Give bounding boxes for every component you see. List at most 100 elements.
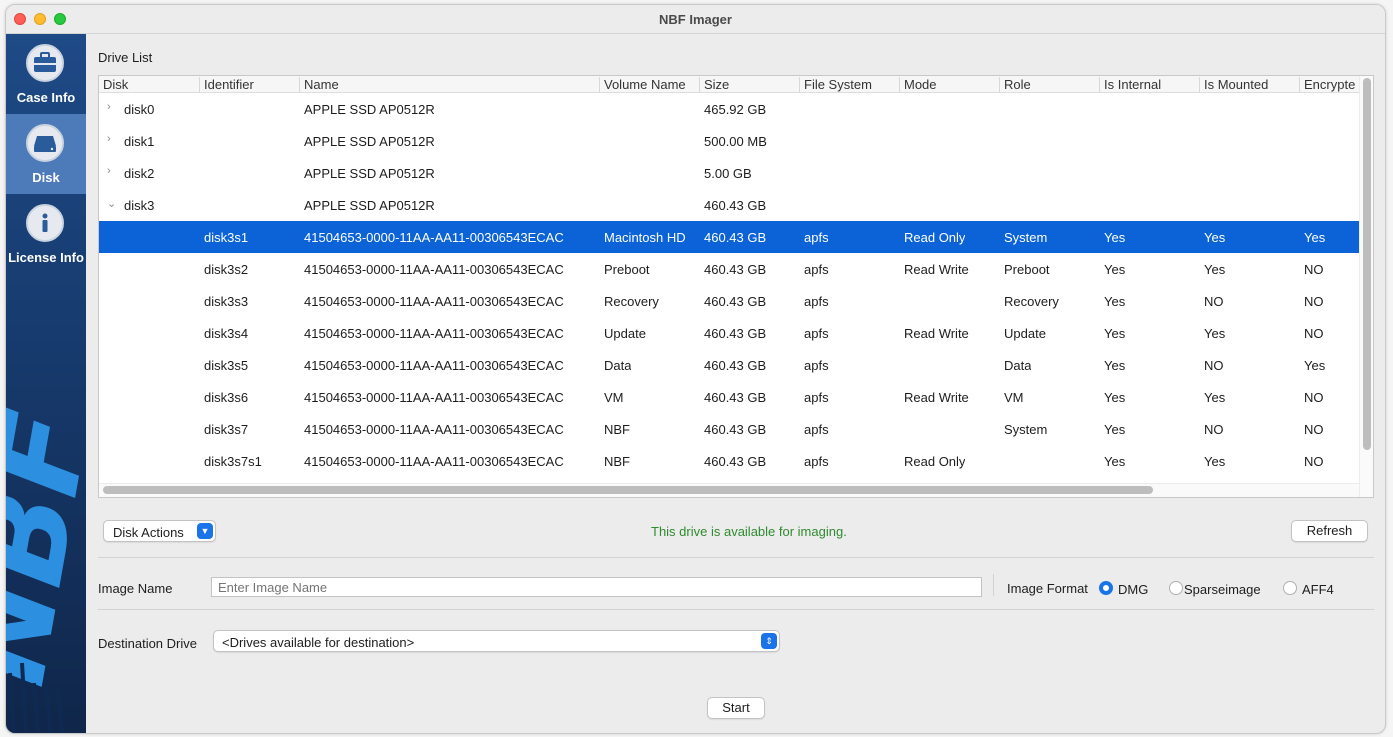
col-header-role[interactable]: Role xyxy=(999,77,1099,92)
cell-size: 460.43 GB xyxy=(704,358,767,373)
app-window: NBF Imager Case Info Disk License Info N… xyxy=(5,4,1386,734)
col-header-identifier[interactable]: Identifier xyxy=(199,77,299,92)
radio-dmg[interactable] xyxy=(1099,581,1113,595)
cell-size: 460.43 GB xyxy=(704,262,767,277)
table-row[interactable]: disk3s1 41504653-0000-11AA-AA11-00306543E… xyxy=(99,221,1359,253)
radio-dmg-label[interactable]: DMG xyxy=(1118,582,1148,597)
cell-name: 41504653-0000-11AA-AA11-00306543ECAC xyxy=(304,294,564,309)
cell-encrypted: NO xyxy=(1304,294,1324,309)
cell-is-internal: Yes xyxy=(1104,294,1126,309)
col-header-disk[interactable]: Disk xyxy=(99,77,199,92)
cell-file-system: apfs xyxy=(804,358,829,373)
cell-mode: Read Write xyxy=(904,390,969,405)
cell-name: 41504653-0000-11AA-AA11-00306543ECAC xyxy=(304,454,564,469)
cell-identifier: disk3s1 xyxy=(204,230,249,245)
chevron-right-icon[interactable]: › xyxy=(107,165,111,177)
col-header-size[interactable]: Size xyxy=(699,77,799,92)
cell-role: Preboot xyxy=(1004,262,1050,277)
cell-identifier: disk3s3 xyxy=(204,294,249,309)
radio-aff4-label[interactable]: AFF4 xyxy=(1302,582,1334,597)
cell-encrypted: Yes xyxy=(1304,230,1326,245)
radio-aff4[interactable] xyxy=(1283,581,1297,595)
cell-identifier: disk3s6 xyxy=(204,390,249,405)
cell-file-system: apfs xyxy=(804,390,829,405)
cell-mode: Read Only xyxy=(904,454,966,469)
cell-is-mounted: Yes xyxy=(1204,454,1226,469)
cell-encrypted: Yes xyxy=(1304,358,1326,373)
cell-name: 41504653-0000-11AA-AA11-00306543ECAC xyxy=(304,422,564,437)
table-row[interactable]: disk3s4 41504653-0000-11AA-AA11-00306543E… xyxy=(99,317,1359,349)
cell-is-mounted: NO xyxy=(1204,294,1224,309)
cell-is-internal: Yes xyxy=(1104,454,1126,469)
nbf-logo: NBF xyxy=(6,401,86,733)
radio-sparseimage[interactable] xyxy=(1169,581,1183,595)
cell-encrypted: NO xyxy=(1304,454,1324,469)
chevron-right-icon[interactable]: › xyxy=(107,101,111,113)
table-row[interactable]: disk3s6 41504653-0000-11AA-AA11-00306543E… xyxy=(99,381,1359,413)
drive-list-label: Drive List xyxy=(98,50,153,65)
table-row[interactable]: › disk1 APPLE SSD AP0512R 500.00 MB xyxy=(99,125,1359,157)
cell-size: 460.43 GB xyxy=(704,422,767,437)
cell-mode: Read Write xyxy=(904,262,969,277)
divider xyxy=(98,557,1374,558)
horizontal-scrollbar[interactable] xyxy=(103,486,1153,494)
briefcase-icon xyxy=(26,44,64,82)
table-row[interactable]: disk3s5 41504653-0000-11AA-AA11-00306543E… xyxy=(99,349,1359,381)
vertical-scroll-track[interactable] xyxy=(1359,76,1373,497)
col-header-mode[interactable]: Mode xyxy=(899,77,999,92)
col-header-is-internal[interactable]: Is Internal xyxy=(1099,77,1199,92)
col-header-file-system[interactable]: File System xyxy=(799,77,899,92)
info-icon xyxy=(26,204,64,242)
sidebar-item-case-info[interactable]: Case Info xyxy=(6,34,86,114)
refresh-button[interactable]: Refresh xyxy=(1291,520,1368,542)
cell-volume-name: VM xyxy=(604,390,624,405)
cell-volume-name: Macintosh HD xyxy=(604,230,686,245)
vertical-scrollbar[interactable] xyxy=(1363,78,1371,450)
chevron-right-icon[interactable]: › xyxy=(107,133,111,145)
table-row[interactable]: disk3s7 41504653-0000-11AA-AA11-00306543E… xyxy=(99,413,1359,445)
cell-size: 460.43 GB xyxy=(704,230,767,245)
cell-role: Update xyxy=(1004,326,1046,341)
image-name-input[interactable] xyxy=(211,577,982,597)
sidebar-item-license-info[interactable]: License Info xyxy=(6,194,86,274)
drive-table[interactable]: Disk Identifier Name Volume Name Size Fi… xyxy=(98,75,1374,498)
cell-is-internal: Yes xyxy=(1104,390,1126,405)
col-header-is-mounted[interactable]: Is Mounted xyxy=(1199,77,1299,92)
table-row[interactable]: › disk2 APPLE SSD AP0512R 5.00 GB xyxy=(99,157,1359,189)
cell-is-mounted: Yes xyxy=(1204,390,1226,405)
cell-disk: disk1 xyxy=(124,134,155,149)
destination-drive-select[interactable]: <Drives available for destination> ⇕ xyxy=(213,630,780,652)
chevron-down-icon[interactable]: ⌄ xyxy=(107,197,116,210)
horizontal-scroll-track[interactable] xyxy=(99,483,1359,497)
title-bar: NBF Imager xyxy=(6,5,1385,34)
cell-encrypted: NO xyxy=(1304,422,1324,437)
cell-size: 460.43 GB xyxy=(704,294,767,309)
disk-drive-icon xyxy=(26,124,64,162)
cell-volume-name: NBF xyxy=(604,422,630,437)
disk-actions-label: Disk Actions xyxy=(113,525,184,540)
sidebar-item-disk[interactable]: Disk xyxy=(6,114,86,194)
image-format-label: Image Format xyxy=(1007,581,1088,596)
cell-name: APPLE SSD AP0512R xyxy=(304,102,435,117)
sidebar: Case Info Disk License Info NBF xyxy=(6,34,86,733)
table-row[interactable]: disk3s7s1 41504653-0000-11AA-AA11-0030654… xyxy=(99,445,1359,477)
chevron-down-icon: ▼ xyxy=(197,523,213,539)
col-header-name[interactable]: Name xyxy=(299,77,599,92)
col-header-volume-name[interactable]: Volume Name xyxy=(599,77,699,92)
table-row[interactable]: disk3s2 41504653-0000-11AA-AA11-00306543E… xyxy=(99,253,1359,285)
cell-role: System xyxy=(1004,230,1048,245)
cell-name: 41504653-0000-11AA-AA11-00306543ECAC xyxy=(304,390,564,405)
cell-file-system: apfs xyxy=(804,294,829,309)
divider xyxy=(993,574,994,596)
cell-volume-name: NBF xyxy=(604,454,630,469)
table-row[interactable]: ⌄ disk3 APPLE SSD AP0512R 460.43 GB xyxy=(99,189,1359,221)
table-header: Disk Identifier Name Volume Name Size Fi… xyxy=(99,76,1373,93)
cell-size: 460.43 GB xyxy=(704,454,767,469)
disk-actions-menu[interactable]: Disk Actions ▼ xyxy=(103,520,216,542)
start-button[interactable]: Start xyxy=(707,697,765,719)
table-row[interactable]: › disk0 APPLE SSD AP0512R 465.92 GB xyxy=(99,93,1359,125)
table-row[interactable]: disk3s3 41504653-0000-11AA-AA11-00306543E… xyxy=(99,285,1359,317)
cell-size: 460.43 GB xyxy=(704,198,767,213)
radio-sparseimage-label[interactable]: Sparseimage xyxy=(1184,582,1261,597)
cell-role: VM xyxy=(1004,390,1024,405)
